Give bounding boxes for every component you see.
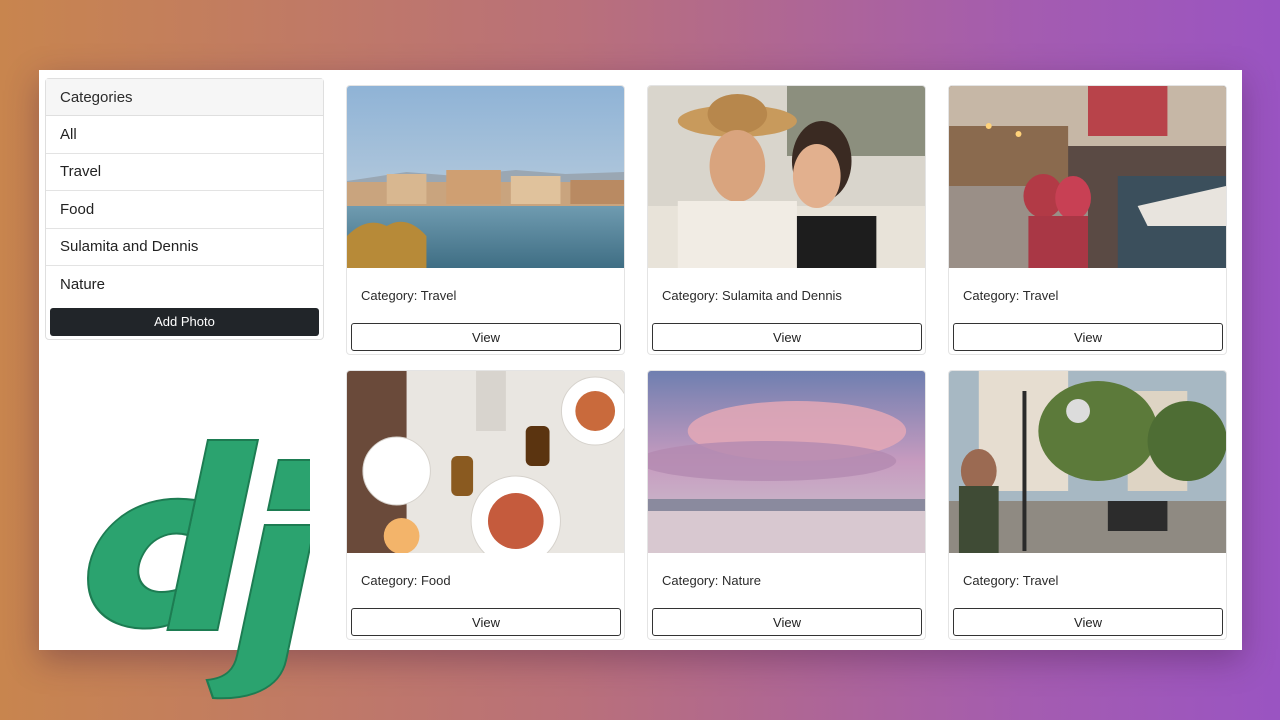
django-logo	[87, 439, 310, 700]
view-button[interactable]: View	[351, 608, 621, 636]
view-button[interactable]: View	[351, 323, 621, 351]
photo-food-thumbnail[interactable]	[347, 371, 624, 553]
photo-harbor-thumbnail[interactable]	[347, 86, 624, 268]
view-button[interactable]: View	[652, 608, 922, 636]
photo-card: Category: Sulamita and Dennis View	[647, 85, 926, 355]
view-button[interactable]: View	[953, 323, 1223, 351]
card-category-label: Category: Travel	[361, 288, 457, 303]
category-sulamita-and-dennis[interactable]: Sulamita and Dennis	[46, 229, 323, 266]
card-category-label: Category: Sulamita and Dennis	[662, 288, 842, 303]
card-category-label: Category: Nature	[662, 573, 761, 588]
photo-card: Category: Travel View	[948, 85, 1227, 355]
photo-card: Category: Travel View	[346, 85, 625, 355]
categories-header: Categories	[46, 79, 323, 116]
photo-couple-thumbnail[interactable]	[648, 86, 925, 268]
categories-panel: Categories All Travel Food Sulamita and …	[45, 78, 324, 340]
photo-beach-sunset-thumbnail[interactable]	[648, 371, 925, 553]
photo-card: Category: Nature View	[647, 370, 926, 640]
card-category-label: Category: Travel	[963, 288, 1059, 303]
photo-card: Category: Food View	[346, 370, 625, 640]
photo-card: Category: Travel View	[948, 370, 1227, 640]
photo-street-thumbnail[interactable]	[949, 371, 1226, 553]
view-button[interactable]: View	[652, 323, 922, 351]
category-food[interactable]: Food	[46, 191, 323, 229]
photo-harbor-night-thumbnail[interactable]	[949, 86, 1226, 268]
card-category-label: Category: Food	[361, 573, 451, 588]
card-category-label: Category: Travel	[963, 573, 1059, 588]
category-nature[interactable]: Nature	[46, 266, 323, 304]
add-photo-button[interactable]: Add Photo	[50, 307, 319, 336]
category-travel[interactable]: Travel	[46, 154, 323, 191]
view-button[interactable]: View	[953, 608, 1223, 636]
category-all[interactable]: All	[46, 116, 323, 154]
